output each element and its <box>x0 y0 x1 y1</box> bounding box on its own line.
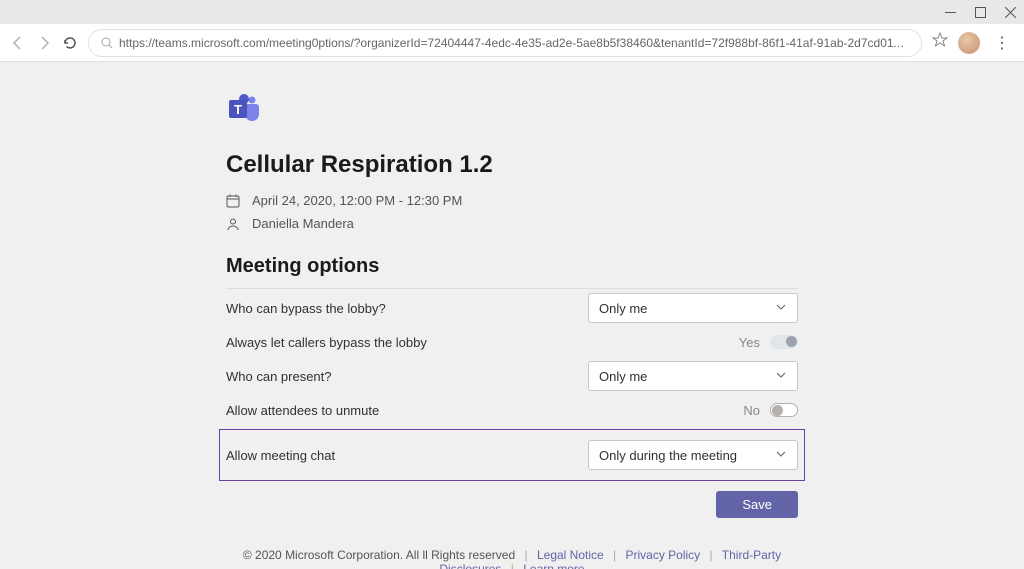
toggle-state: Yes <box>739 335 760 350</box>
select-value: Only me <box>599 369 647 384</box>
who-present-select[interactable]: Only me <box>588 361 798 391</box>
window-titlebar <box>0 0 1024 24</box>
bookmark-icon[interactable] <box>932 32 948 53</box>
calendar-icon <box>226 194 242 208</box>
copyright-text: © 2020 Microsoft Corporation. All ll Rig… <box>243 548 515 562</box>
reload-icon[interactable] <box>62 35 78 51</box>
meeting-title: Cellular Respiration 1.2 <box>226 151 798 179</box>
option-bypass-lobby: Who can bypass the lobby? Only me <box>226 291 798 325</box>
maximize-icon[interactable] <box>974 6 986 18</box>
allow-unmute-toggle[interactable] <box>770 403 798 417</box>
section-heading: Meeting options <box>226 255 798 288</box>
meeting-datetime-row: April 24, 2020, 12:00 PM - 12:30 PM <box>226 193 798 208</box>
url-text: https://teams.microsoft.com/meeting0ptio… <box>119 36 909 50</box>
address-bar[interactable]: https://teams.microsoft.com/meeting0ptio… <box>88 29 922 57</box>
chevron-down-icon <box>775 301 787 316</box>
teams-logo: T <box>226 90 798 131</box>
toggle-state: No <box>743 403 760 418</box>
browser-menu-icon[interactable]: ⋮ <box>990 33 1014 53</box>
forward-icon[interactable] <box>36 35 52 51</box>
option-label: Who can present? <box>226 369 588 384</box>
chevron-down-icon <box>775 369 787 384</box>
learn-more-link[interactable]: Learn more <box>523 562 584 569</box>
option-who-present: Who can present? Only me <box>226 359 798 393</box>
select-value: Only during the meeting <box>599 448 737 463</box>
browser-toolbar: https://teams.microsoft.com/meeting0ptio… <box>0 24 1024 62</box>
profile-avatar[interactable] <box>958 32 980 54</box>
option-label: Allow meeting chat <box>226 448 588 463</box>
chevron-down-icon <box>775 448 787 463</box>
option-label: Always let callers bypass the lobby <box>226 335 739 350</box>
divider <box>226 288 798 289</box>
svg-text:T: T <box>234 102 242 117</box>
option-callers-bypass: Always let callers bypass the lobby Yes <box>226 325 798 359</box>
organizer-name: Daniella Mandera <box>252 216 354 231</box>
option-allow-unmute: Allow attendees to unmute No <box>226 393 798 427</box>
page-footer: © 2020 Microsoft Corporation. All ll Rig… <box>226 548 798 569</box>
privacy-link[interactable]: Privacy Policy <box>626 548 701 562</box>
option-label: Allow attendees to unmute <box>226 403 743 418</box>
legal-link[interactable]: Legal Notice <box>537 548 604 562</box>
option-meeting-chat: Allow meeting chat Only during the meeti… <box>226 438 798 472</box>
select-value: Only me <box>599 301 647 316</box>
person-icon <box>226 217 242 231</box>
page-body: T Cellular Respiration 1.2 April 24, 202… <box>0 62 1024 569</box>
back-icon[interactable] <box>10 35 26 51</box>
meeting-chat-select[interactable]: Only during the meeting <box>588 440 798 470</box>
highlighted-option: Allow meeting chat Only during the meeti… <box>219 429 805 481</box>
meeting-datetime: April 24, 2020, 12:00 PM - 12:30 PM <box>252 193 462 208</box>
option-label: Who can bypass the lobby? <box>226 301 588 316</box>
organizer-row: Daniella Mandera <box>226 216 798 231</box>
bypass-lobby-select[interactable]: Only me <box>588 293 798 323</box>
callers-bypass-toggle[interactable] <box>770 335 798 349</box>
close-icon[interactable] <box>1004 6 1016 18</box>
save-button[interactable]: Save <box>716 491 798 518</box>
minimize-icon[interactable] <box>944 6 956 18</box>
